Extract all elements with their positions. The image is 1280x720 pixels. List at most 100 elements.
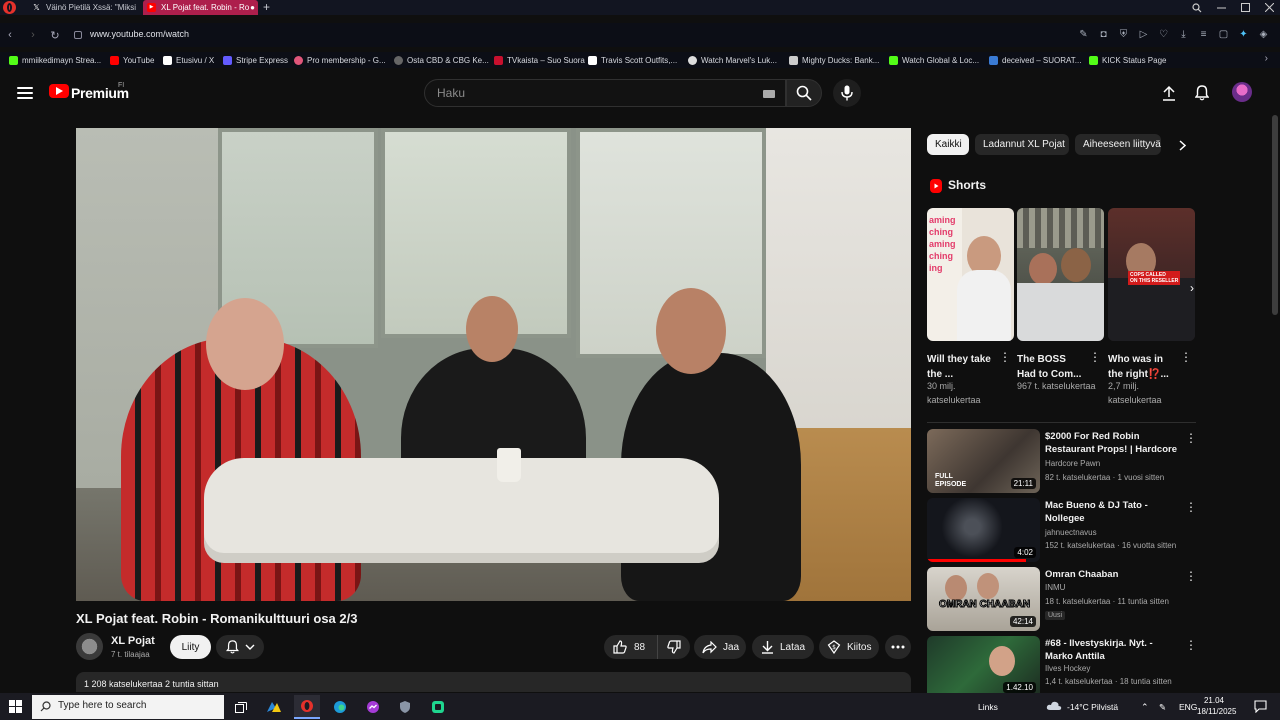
bookmark-item[interactable]: Stripe Express: [223, 54, 288, 66]
opera-gx-logo-icon[interactable]: [3, 1, 16, 14]
bookmark-item[interactable]: Etusivu / X: [163, 54, 214, 66]
recommended-channel[interactable]: Ilves Hockey: [1045, 664, 1090, 673]
keyboard-icon[interactable]: [763, 90, 775, 98]
short-thumbnail[interactable]: aming ching aming ching ing: [927, 208, 1014, 341]
short-title[interactable]: Will they take the ...: [927, 352, 997, 382]
taskbar-clock[interactable]: 21.04 18/11/2025: [1197, 695, 1236, 717]
more-vertical-icon[interactable]: ⋮: [1185, 569, 1197, 583]
more-vertical-icon[interactable]: ⋮: [1185, 638, 1197, 652]
recommended-thumbnail[interactable]: FULL EPISODE 21:11: [927, 429, 1040, 493]
youtube-logo-icon[interactable]: [49, 84, 69, 98]
browser-tab-x[interactable]: 𝕏 Väinö Pietilä Xssä: "Miksi: [28, 0, 142, 15]
voice-search-button[interactable]: [833, 79, 861, 107]
subscription-bell-button[interactable]: [216, 635, 264, 659]
shorts-next-button[interactable]: ›: [1183, 279, 1201, 297]
more-vertical-icon[interactable]: ⋮: [1180, 350, 1192, 364]
browser-tab-youtube[interactable]: ▶ XL Pojat feat. Robin - Ro ●: [143, 0, 258, 15]
bookmarks-overflow-icon[interactable]: ›: [1265, 53, 1268, 64]
upload-button[interactable]: [1159, 83, 1179, 103]
guide-menu-icon[interactable]: [16, 84, 34, 102]
chip-related[interactable]: Aiheeseen liittyvät: [1075, 134, 1161, 155]
bookmark-item[interactable]: Travis Scott Outfits,...: [588, 54, 677, 66]
new-tab-button[interactable]: +: [263, 0, 270, 15]
tab-close-icon[interactable]: ●: [250, 0, 255, 15]
url-field[interactable]: www.youtube.com/watch: [90, 29, 189, 39]
windows-start-icon[interactable]: [9, 700, 22, 713]
language-indicator[interactable]: ENG: [1179, 702, 1197, 712]
forward-icon[interactable]: ›: [26, 28, 40, 42]
bookmark-item[interactable]: deceived – SUORAT...: [989, 54, 1081, 66]
tab-search-icon[interactable]: [1186, 0, 1208, 15]
join-button[interactable]: Liity: [170, 635, 211, 659]
recommended-thumbnail[interactable]: 1.42.10: [927, 636, 1040, 693]
play-icon[interactable]: ▷: [1137, 28, 1150, 41]
like-button[interactable]: 88: [604, 635, 658, 659]
download-icon[interactable]: ⤓: [1177, 28, 1190, 41]
bookmark-item[interactable]: TVkaista – Suo Suora: [494, 54, 585, 66]
reload-icon[interactable]: ↻: [48, 28, 62, 42]
taskbar-app-security[interactable]: [392, 695, 418, 719]
short-title[interactable]: Who was in the right⁉️...: [1108, 352, 1178, 382]
chip-all[interactable]: Kaikki: [927, 134, 969, 155]
bookmark-item[interactable]: mmiikedimayn Strea...: [9, 54, 101, 66]
menu-icon[interactable]: ≡: [1197, 28, 1210, 41]
lock-icon[interactable]: ▢: [1217, 28, 1230, 41]
recommended-channel[interactable]: INMU: [1045, 583, 1065, 592]
shield-icon[interactable]: ⛨: [1117, 28, 1130, 41]
bookmark-item[interactable]: Pro membership - G...: [294, 54, 386, 66]
recommended-title[interactable]: Omran Chaaban: [1045, 568, 1179, 581]
recommended-thumbnail[interactable]: 4:02: [927, 498, 1040, 562]
bookmark-item[interactable]: KICK Status Page: [1089, 54, 1166, 66]
taskbar-search-box[interactable]: Type here to search: [32, 695, 224, 719]
bookmark-item[interactable]: Watch Global & Loc...: [889, 54, 979, 66]
recommended-title[interactable]: #68 - Ilvestyskirja. Nyt. - Marko Anttil…: [1045, 637, 1179, 663]
channel-avatar[interactable]: [76, 633, 103, 660]
more-vertical-icon[interactable]: ⋮: [1089, 350, 1101, 364]
tray-overflow-icon[interactable]: ⌃: [1141, 702, 1149, 713]
recommended-video[interactable]: FULL EPISODE 21:11 $2000 For Red Robin R…: [927, 429, 1197, 493]
taskbar-app-opera-gx[interactable]: [294, 695, 320, 719]
more-vertical-icon[interactable]: ⋮: [1185, 500, 1197, 514]
recommended-thumbnail[interactable]: OMRAN CHAABAN 42:14: [927, 567, 1040, 631]
dislike-button[interactable]: [658, 635, 690, 659]
chips-next-button[interactable]: [1173, 135, 1191, 155]
bookmark-item[interactable]: Mighty Ducks: Bank...: [789, 54, 879, 66]
back-icon[interactable]: ‹: [3, 28, 17, 42]
extension-icon[interactable]: ✦: [1237, 28, 1250, 41]
close-window-button[interactable]: [1258, 0, 1280, 15]
recommended-channel[interactable]: Hardcore Pawn: [1045, 459, 1100, 468]
search-input[interactable]: [435, 80, 745, 106]
bookmark-item[interactable]: YouTube: [110, 54, 154, 66]
page-scrollbar[interactable]: [1272, 115, 1278, 315]
user-avatar[interactable]: [1232, 82, 1252, 102]
search-button[interactable]: [786, 79, 822, 107]
maximize-button[interactable]: [1234, 0, 1256, 15]
short-thumbnail[interactable]: COPS CALLED ON THIS RESELLER: [1108, 208, 1195, 341]
task-view-button[interactable]: [228, 695, 254, 719]
thanks-button[interactable]: $ Kiitos: [819, 635, 879, 659]
more-vertical-icon[interactable]: ⋮: [1185, 431, 1197, 445]
notifications-button[interactable]: [1192, 83, 1212, 103]
description-box[interactable]: 1 208 katselukertaa 2 tuntia sittan: [76, 672, 911, 692]
short-title[interactable]: The BOSS Had to Com...: [1017, 352, 1087, 382]
cube-icon[interactable]: ◈: [1257, 28, 1270, 41]
notification-center-icon[interactable]: [1254, 700, 1267, 713]
site-info-icon[interactable]: [74, 31, 82, 39]
recommended-video[interactable]: OMRAN CHAABAN 42:14 Omran Chaaban INMU 1…: [927, 567, 1197, 631]
taskbar-links-label[interactable]: Links: [978, 702, 998, 712]
weather-readout[interactable]: -14°C Pilvistä: [1067, 702, 1118, 712]
short-thumbnail[interactable]: [1017, 208, 1104, 341]
video-player[interactable]: [76, 128, 911, 601]
share-button[interactable]: Jaa: [694, 635, 746, 659]
chip-from-channel[interactable]: Ladannut XL Pojat: [975, 134, 1069, 155]
more-actions-button[interactable]: [885, 635, 911, 659]
edit-icon[interactable]: ✎: [1077, 28, 1090, 41]
camera-icon[interactable]: ◘: [1097, 28, 1110, 41]
taskbar-app-powerbi[interactable]: [261, 695, 287, 719]
taskbar-app-edge[interactable]: [327, 695, 353, 719]
channel-name[interactable]: XL Pojat: [111, 635, 155, 647]
more-vertical-icon[interactable]: ⋮: [999, 350, 1011, 364]
recommended-channel[interactable]: jahnuectnavus: [1045, 528, 1097, 537]
recommended-title[interactable]: $2000 For Red Robin Restaurant Props! | …: [1045, 430, 1179, 456]
bookmark-item[interactable]: Watch Marvel's Luk...: [688, 54, 777, 66]
